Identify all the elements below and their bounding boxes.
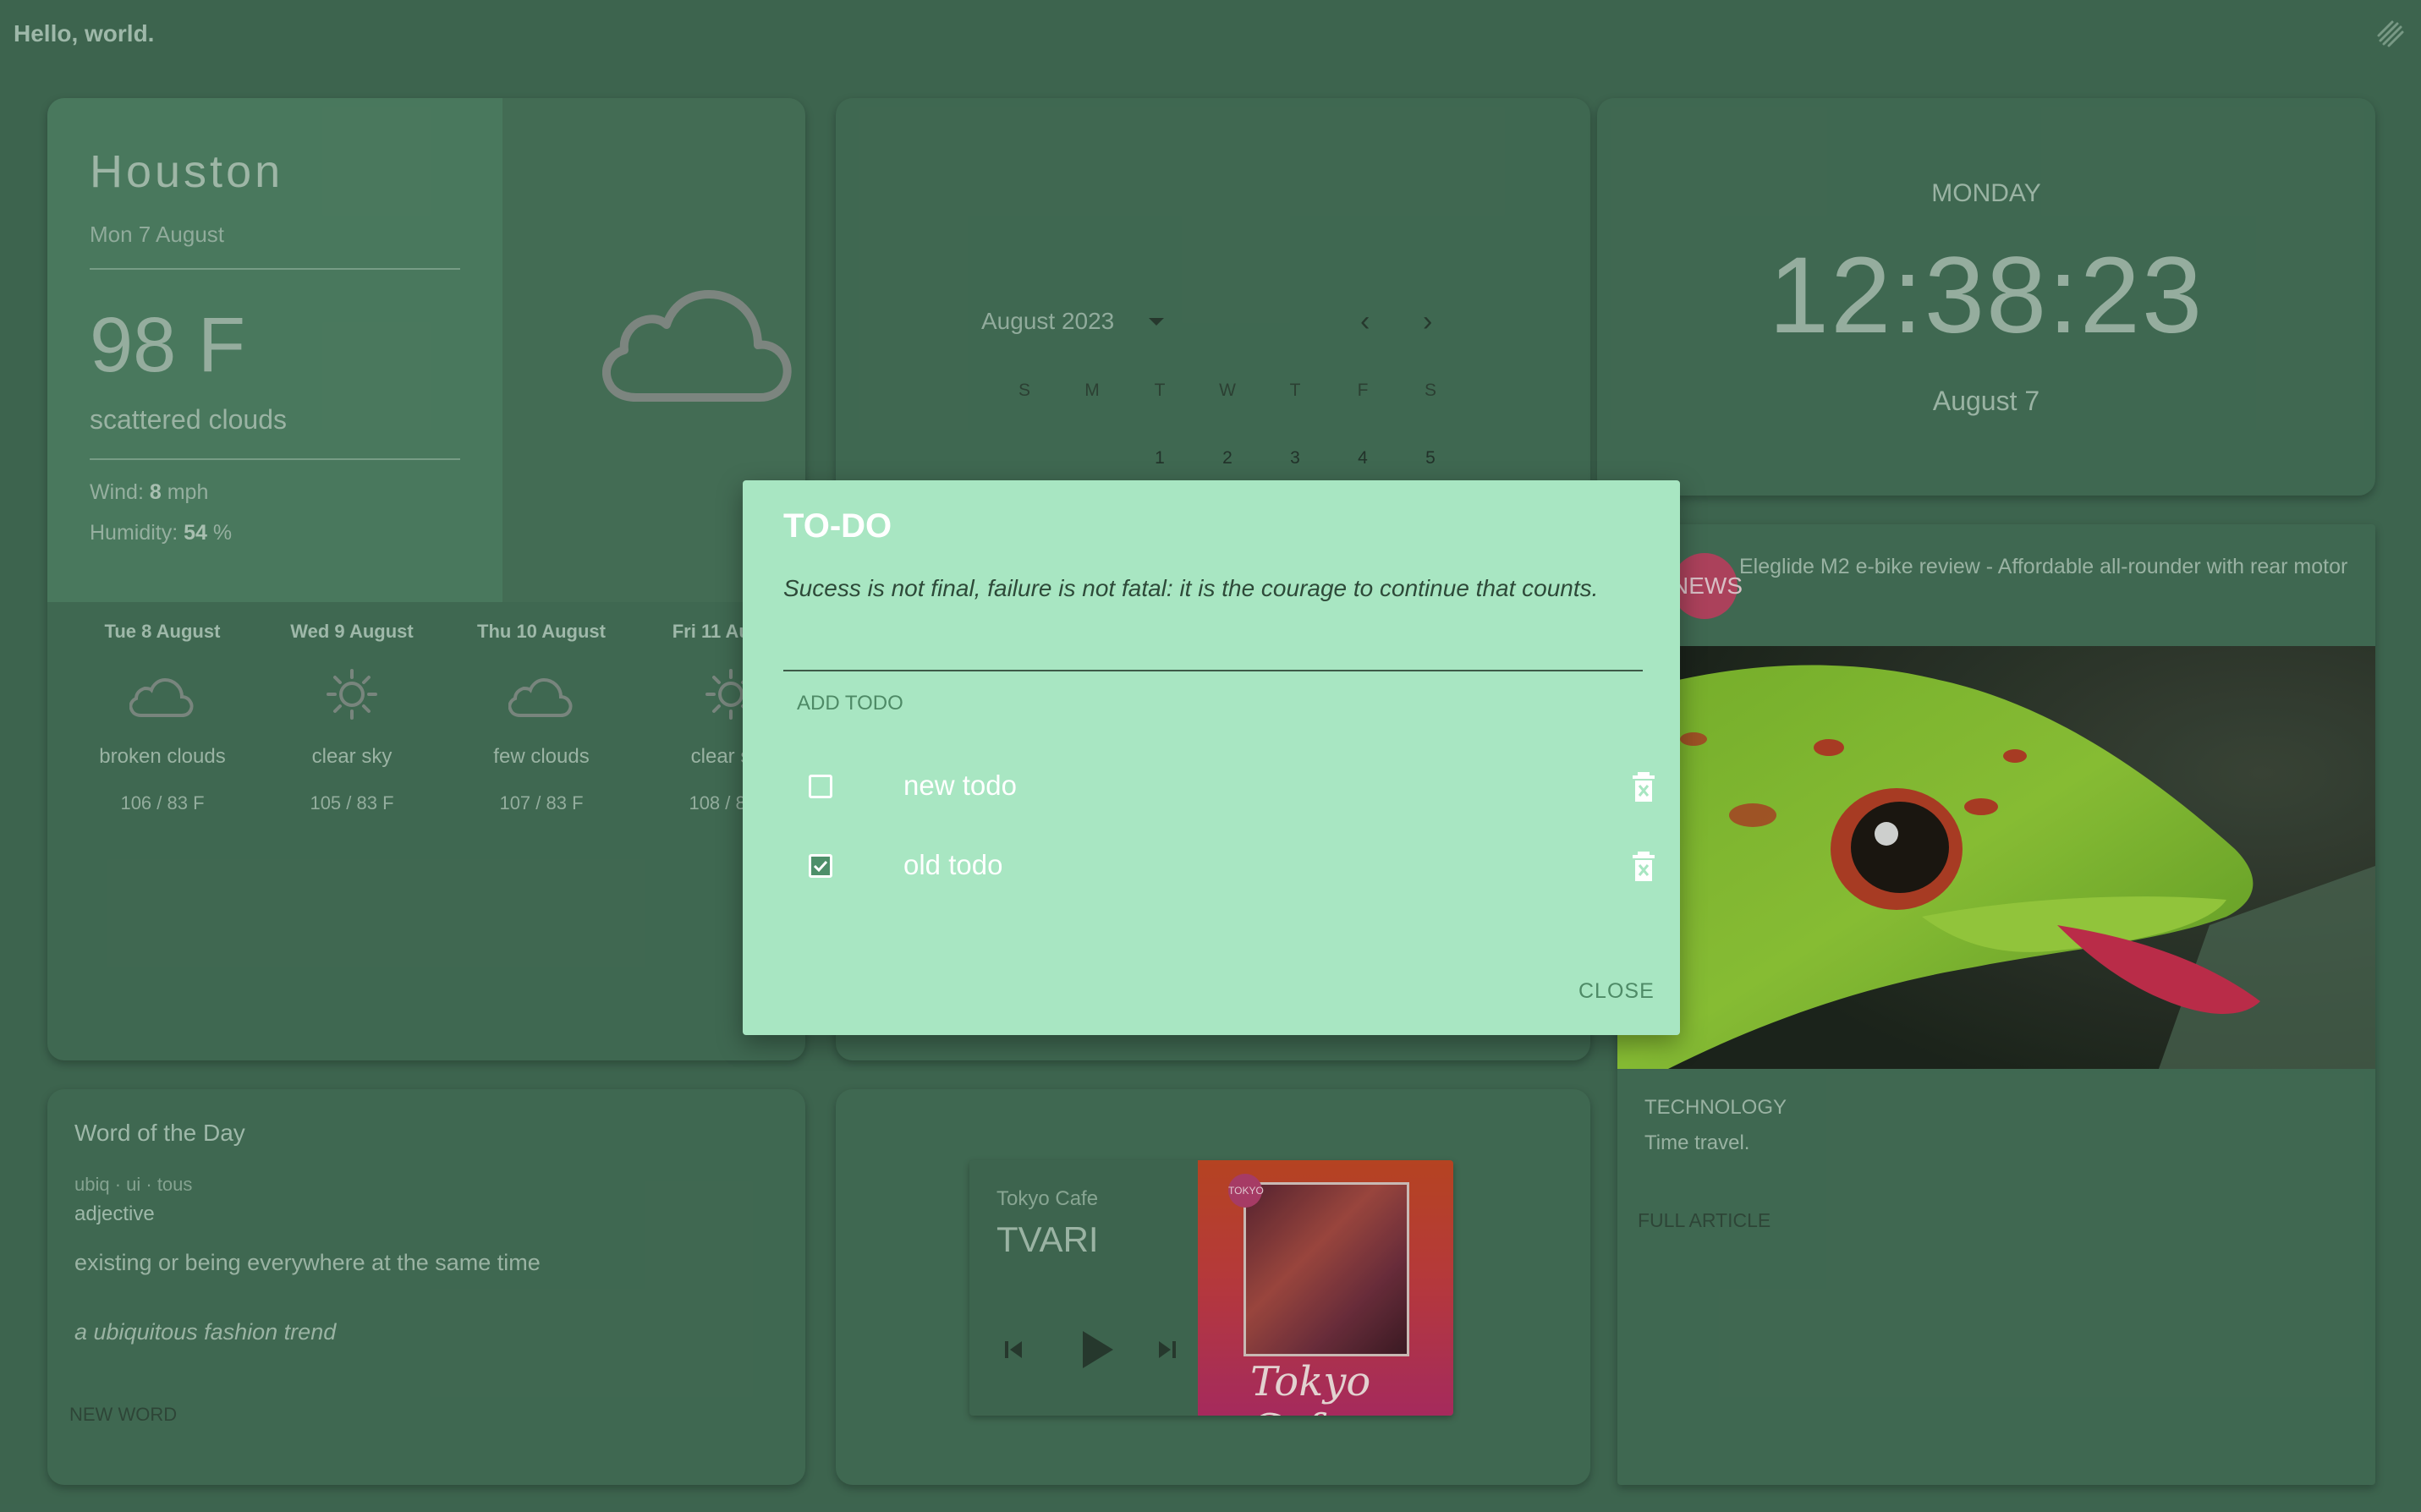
checkmark-icon [813,860,828,873]
todo-input[interactable] [783,616,1643,671]
dialog-title: TO-DO [783,507,892,545]
close-button[interactable]: CLOSE [1578,979,1655,1004]
todo-label: new todo [903,770,1017,801]
todo-item: old todo [783,835,1655,903]
delete-icon[interactable] [1629,771,1658,803]
dialog-quote: Sucess is not final, failure is not fata… [783,575,1599,601]
todo-checkbox[interactable] [809,775,832,798]
todo-checkbox[interactable] [809,854,832,878]
todo-label: old todo [903,849,1003,880]
todo-item: new todo [783,756,1655,824]
todo-dialog: TO-DO Sucess is not final, failure is no… [743,480,1680,1035]
delete-icon[interactable] [1629,851,1658,883]
add-todo-button[interactable]: ADD TODO [797,692,903,715]
